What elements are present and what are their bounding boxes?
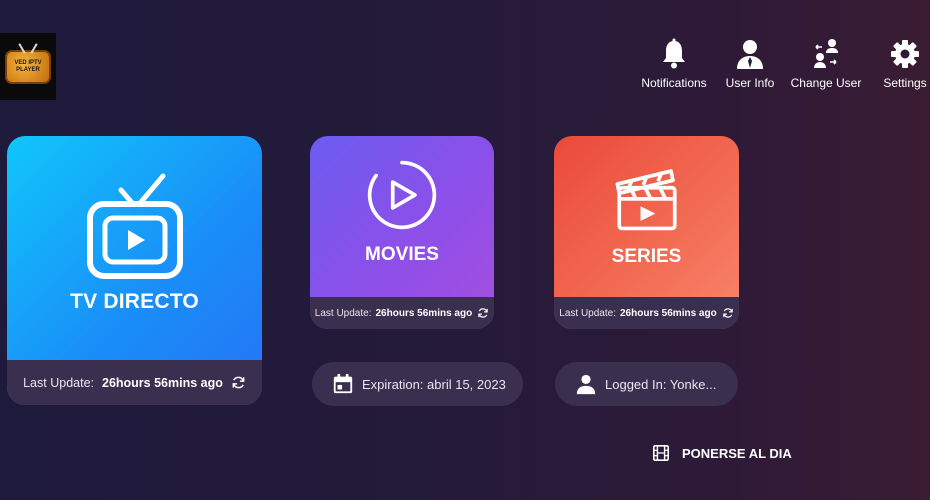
live-tv-update-bar: Last Update: 26hours 56mins ago (7, 360, 262, 405)
live-tv-card-body: TV DIRECTO (7, 136, 262, 360)
notifications-button[interactable]: Notifications (639, 38, 709, 90)
series-title: SERIES (611, 246, 682, 267)
clapperboard-icon (615, 169, 677, 231)
movies-update-value: 26hours 56mins ago (375, 307, 473, 319)
movies-card-body: MOVIES (310, 136, 494, 297)
notifications-label: Notifications (641, 76, 707, 90)
user-info-label: User Info (725, 76, 775, 90)
change-user-button[interactable]: Change User (790, 38, 862, 90)
live-tv-update-value: 26hours 56mins ago (102, 375, 223, 390)
calendar-icon (333, 373, 353, 394)
movies-update-bar: Last Update: 26hours 56mins ago (310, 297, 494, 329)
series-update-bar: Last Update: 26hours 56mins ago (554, 297, 739, 329)
logged-in-text: Logged In: Yonke... (605, 376, 717, 392)
live-tv-card[interactable]: TV DIRECTO Last Update: 26hours 56mins a… (7, 136, 262, 405)
live-tv-title: TV DIRECTO (70, 290, 199, 313)
movies-update-label: Last Update: (314, 307, 372, 319)
switch-user-icon (814, 39, 838, 68)
play-circle-icon (367, 160, 437, 230)
logged-in-info: Logged In: Yonke... (555, 362, 738, 406)
movies-title: MOVIES (365, 244, 439, 265)
refresh-icon[interactable] (722, 307, 734, 319)
movies-card[interactable]: MOVIES Last Update: 26hours 56mins ago (310, 136, 494, 329)
series-card[interactable]: SERIES Last Update: 26hours 56mins ago (554, 136, 739, 329)
tv-icon (86, 173, 183, 279)
update-now-label: PONERSE AL DIA (682, 445, 792, 461)
change-user-label: Change User (790, 76, 862, 90)
user-info-button[interactable]: User Info (722, 38, 778, 90)
logo-text-line1: VED IPTV (14, 59, 42, 66)
expiration-text: Expiration: abril 15, 2023 (362, 376, 506, 392)
bell-icon (663, 38, 685, 69)
series-update-label: Last Update: (559, 307, 616, 319)
update-now-button[interactable]: PONERSE AL DIA (652, 444, 792, 462)
app-logo: VED IPTV PLAYER (0, 33, 56, 100)
person-icon (576, 374, 596, 395)
refresh-icon[interactable] (231, 375, 246, 390)
settings-label: Settings (883, 76, 927, 90)
refresh-icon[interactable] (477, 307, 489, 319)
series-card-body: SERIES (554, 136, 739, 297)
settings-button[interactable]: Settings (880, 38, 930, 90)
user-icon (737, 40, 763, 69)
series-update-value: 26hours 56mins ago (620, 307, 717, 319)
logo-text-line2: PLAYER (16, 66, 40, 73)
film-icon (652, 444, 670, 462)
gear-icon (891, 40, 919, 68)
logo-tv-icon: VED IPTV PLAYER (5, 49, 51, 84)
live-tv-update-label: Last Update: (23, 375, 94, 390)
expiration-info: Expiration: abril 15, 2023 (312, 362, 523, 406)
